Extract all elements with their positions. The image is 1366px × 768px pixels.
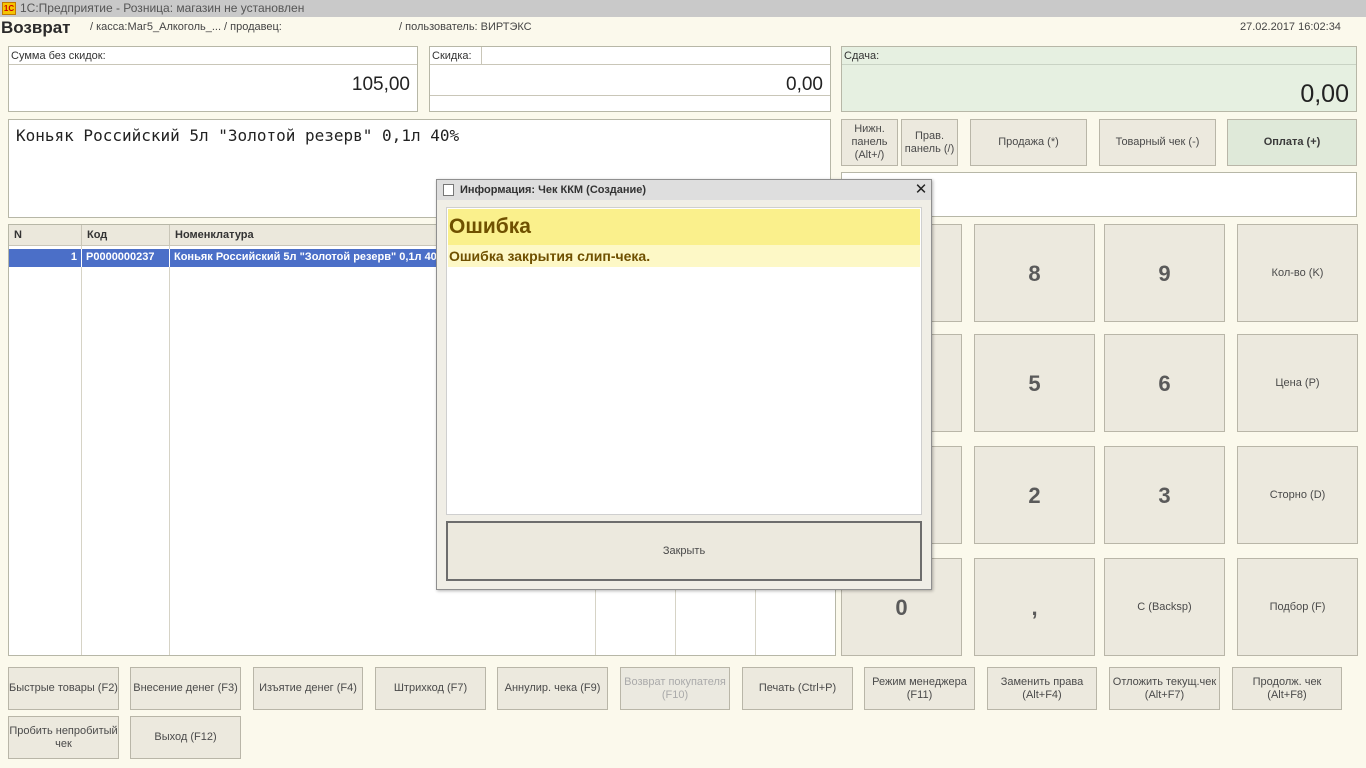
key-9[interactable]: 9: [1104, 224, 1225, 322]
manager-mode-button[interactable]: Режим менеджера (F11): [864, 667, 975, 710]
user-info: / пользователь: ВИРТЭКС: [399, 21, 532, 33]
column-header-code[interactable]: Код: [82, 225, 170, 246]
window-title: 1С:Предприятие - Розница: магазин не уст…: [20, 1, 305, 15]
exit-button[interactable]: Выход (F12): [130, 716, 241, 759]
error-message: Ошибка закрытия слип-чека.: [448, 245, 920, 267]
current-item-name: Коньяк Российский 5л "Золотой резерв" 0,…: [16, 126, 460, 145]
key-6[interactable]: 6: [1104, 334, 1225, 432]
key-comma[interactable]: ,: [974, 558, 1095, 656]
storno-button[interactable]: Сторно (D): [1237, 446, 1358, 544]
close-button[interactable]: Закрыть: [446, 521, 922, 581]
change-rights-button[interactable]: Заменить права (Alt+F4): [987, 667, 1097, 710]
discount-panel: Скидка: 0,00: [429, 46, 831, 112]
key-5[interactable]: 5: [974, 334, 1095, 432]
window-titlebar: 1С:Предприятие - Розница: магазин не уст…: [0, 0, 1366, 17]
info-dialog: Информация: Чек ККМ (Создание) ✕ Ошибка …: [436, 179, 932, 590]
quick-goods-button[interactable]: Быстрые товары (F2): [8, 667, 119, 710]
change-label: Сдача:: [844, 50, 880, 62]
header-bar: Возврат / касса:Маг5_Алкоголь_... / прод…: [0, 17, 1366, 39]
cash-out-button[interactable]: Изъятие денег (F4): [253, 667, 363, 710]
sale-button[interactable]: Продажа (*): [970, 119, 1087, 166]
mode-title: Возврат: [1, 18, 71, 37]
goods-receipt-button[interactable]: Товарный чек (-): [1099, 119, 1216, 166]
continue-receipt-button[interactable]: Продолж. чек (Alt+F8): [1232, 667, 1342, 710]
key-8[interactable]: 8: [974, 224, 1095, 322]
payment-button[interactable]: Оплата (+): [1227, 119, 1357, 166]
change-value: 0,00: [1300, 80, 1349, 108]
quantity-button[interactable]: Кол-во (K): [1237, 224, 1358, 322]
dialog-message-area: Ошибка Ошибка закрытия слип-чека.: [446, 207, 922, 515]
print-unprinted-button[interactable]: Пробить непробитый чек: [8, 716, 119, 759]
change-panel: Сдача: 0,00: [841, 46, 1357, 112]
row-code: P0000000237: [86, 251, 155, 263]
backspace-button[interactable]: C (Backsp): [1104, 558, 1225, 656]
selection-button[interactable]: Подбор (F): [1237, 558, 1358, 656]
discount-value: 0,00: [786, 74, 823, 95]
close-icon[interactable]: ✕: [913, 181, 929, 199]
sum-label: Сумма без скидок:: [11, 50, 106, 62]
sum-value: 105,00: [351, 74, 410, 95]
print-button[interactable]: Печать (Ctrl+P): [742, 667, 853, 710]
row-number: 1: [70, 251, 77, 263]
document-icon: [443, 184, 454, 196]
sum-panel: Сумма без скидок: 105,00: [8, 46, 418, 112]
error-heading: Ошибка: [448, 209, 920, 245]
cancel-receipt-button[interactable]: Аннулир. чека (F9): [497, 667, 608, 710]
key-2[interactable]: 2: [974, 446, 1095, 544]
dialog-title: Информация: Чек ККМ (Создание): [437, 180, 931, 200]
postpone-receipt-button[interactable]: Отложить текущ.чек (Alt+F7): [1109, 667, 1220, 710]
app-logo-icon: 1C: [2, 2, 16, 15]
datetime: 27.02.2017 16:02:34: [1240, 21, 1341, 33]
barcode-button[interactable]: Штрихкод (F7): [375, 667, 486, 710]
customer-return-button: Возврат покупателя (F10): [620, 667, 730, 710]
column-header-n[interactable]: N: [9, 225, 82, 246]
key-3[interactable]: 3: [1104, 446, 1225, 544]
lower-panel-button[interactable]: Нижн. панель (Alt+/): [841, 119, 898, 166]
discount-label: Скидка:: [432, 50, 472, 62]
right-panel-button[interactable]: Прав. панель (/): [901, 119, 958, 166]
price-button[interactable]: Цена (P): [1237, 334, 1358, 432]
kassa-info: / касса:Маг5_Алкоголь_... / продавец:: [90, 21, 282, 33]
cash-in-button[interactable]: Внесение денег (F3): [130, 667, 241, 710]
